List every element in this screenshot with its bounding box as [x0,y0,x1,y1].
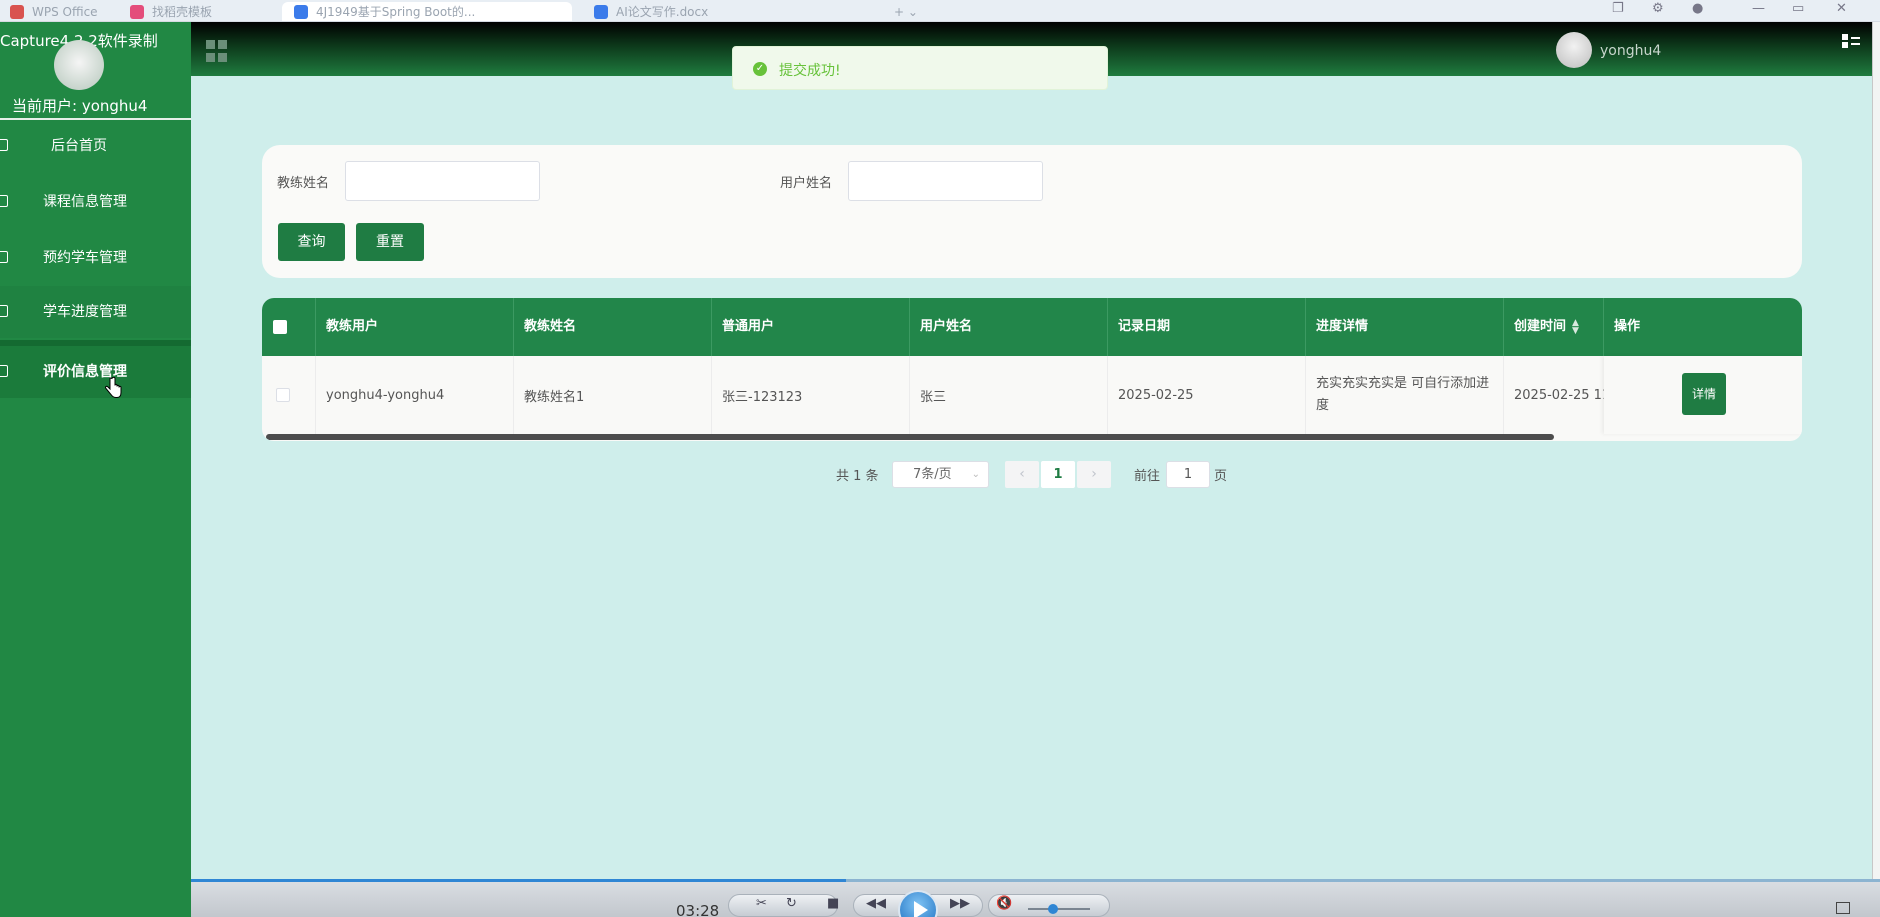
goto-label: 前往 [1134,469,1161,484]
column-header-action: 操作 [1614,319,1641,334]
cell-progress-detail: 充实充实充实是 可自行添加进度 [1306,356,1504,434]
row-select-cell [262,356,316,434]
cell-record-date: 2025-02-25 [1108,356,1306,434]
header-avatar[interactable] [1556,32,1592,68]
page-size-select[interactable]: 7条/页 ⌄ [892,461,989,488]
sidebar: Capture4.2.2软件录制 当前用户: yonghu4 后台首页 课程信息… [0,22,191,917]
fixed-action-column: 详情 [1604,356,1802,434]
header-username[interactable]: yonghu4 [1600,43,1661,59]
browser-tab-templates[interactable]: 找稻壳模板 [130,2,212,21]
success-toast: ✓ 提交成功! [732,46,1108,90]
play-icon [914,901,928,917]
settings-icon[interactable]: ⚙ [1652,0,1664,18]
page-size-value: 7条/页 [913,467,952,482]
check-circle-icon: ✓ [753,62,767,76]
search-panel: 教练姓名 用户姓名 查询 重置 [262,145,1802,278]
reset-button[interactable]: 重置 [356,223,424,261]
booking-icon [0,251,8,263]
sidebar-item-home[interactable]: 后台首页 [0,120,191,172]
close-icon[interactable]: ✕ [1836,0,1847,18]
restore-icon[interactable]: ❐ [1612,0,1624,18]
select-all-checkbox[interactable] [273,320,287,334]
maximize-icon[interactable]: ▭ [1792,0,1804,18]
cell-coach-name: 教练姓名1 [514,356,712,434]
menu-grid-icon[interactable] [206,40,228,62]
sidebar-item-reviews[interactable]: 评价信息管理 [0,346,191,398]
video-player-bar: 03:28 ✂ ↻ ■ ◀◀ ▶▶ 🔇 [0,882,1880,917]
hand-cursor-icon [104,377,122,398]
home-icon [0,139,8,151]
sidebar-item-courses[interactable]: 课程信息管理 [0,176,191,228]
volume-slider[interactable] [1028,908,1090,910]
pagination-total: 共 1 条 [836,469,879,484]
document-icon [294,5,308,19]
sidebar-item-progress[interactable]: 学车进度管理 [0,286,191,338]
fast-forward-icon[interactable]: ▶▶ [950,896,970,911]
window-right-border [1872,22,1880,880]
course-icon [0,195,8,207]
user-name-label: 用户姓名 [780,176,833,191]
browser-tab-project[interactable]: 4J1949基于Spring Boot的... [282,2,572,21]
template-icon [130,5,144,19]
chevron-down-icon: ⌄ [971,469,980,480]
fullscreen-toggle-icon[interactable] [1842,33,1860,49]
player-time: 03:28 [676,902,720,917]
coach-name-label: 教练姓名 [277,176,330,191]
progress-icon [0,305,8,317]
select-all-cell [262,298,316,356]
cell-coach-user: yonghu4-yonghu4 [316,356,514,434]
page-number-current[interactable]: 1 [1041,461,1075,488]
user-icon[interactable]: ● [1692,0,1703,18]
table-row: yonghu4-yonghu4 教练姓名1 张三-123123 张三 2025-… [262,356,1802,434]
current-user-label: 当前用户: yonghu4 [12,97,148,115]
mute-icon[interactable]: 🔇 [996,896,1012,911]
volume-knob[interactable] [1047,904,1058,914]
prev-page-button[interactable]: ‹ [1005,461,1039,488]
cell-user-name: 张三 [910,356,1108,434]
row-checkbox[interactable] [276,388,290,402]
created-at-label: 创建时间 [1514,319,1567,334]
column-header-record-date: 记录日期 [1108,298,1306,356]
sidebar-item-bookings[interactable]: 预约学车管理 [0,232,191,284]
data-table: 教练用户 教练姓名 普通用户 用户姓名 记录日期 进度详情 创建时间 ▲ ▼ 操作 … [262,298,1802,441]
detail-button[interactable]: 详情 [1682,373,1726,415]
column-header-coach-name: 教练姓名 [514,298,712,356]
scissors-icon[interactable]: ✂ [756,896,767,911]
coach-name-input[interactable] [345,161,540,201]
cell-user: 张三-123123 [712,356,910,434]
next-page-button[interactable]: › [1077,461,1111,488]
player-left-controls [728,894,838,917]
sidebar-avatar [54,40,104,90]
review-icon [0,365,8,377]
column-header-user-name: 用户姓名 [910,298,1108,356]
goto-page-input[interactable]: 1 [1166,461,1210,488]
wps-icon [10,5,24,19]
stop-icon[interactable]: ■ [827,896,839,911]
column-header-user: 普通用户 [712,298,910,356]
goto-suffix: 页 [1214,469,1228,484]
docx-icon [594,5,608,19]
loop-icon[interactable]: ↻ [786,896,797,911]
toast-message: 提交成功! [779,63,841,79]
column-header-progress-detail: 进度详情 [1306,298,1504,356]
user-name-input[interactable] [848,161,1043,201]
horizontal-scrollbar[interactable] [266,434,1554,440]
rewind-icon[interactable]: ◀◀ [866,896,886,911]
sort-icon[interactable]: ▲ ▼ [1572,318,1579,335]
table-header: 教练用户 教练姓名 普通用户 用户姓名 记录日期 进度详情 创建时间 ▲ ▼ 操作 [262,298,1802,356]
minimize-icon[interactable]: — [1752,0,1765,18]
browser-tab-strip: WPS Office 找稻壳模板 4J1949基于Spring Boot的...… [0,0,1880,22]
column-header-coach-user: 教练用户 [316,298,514,356]
new-tab-button[interactable]: + ⌄ [894,2,918,21]
browser-tab-docx[interactable]: AI论文写作.docx [594,2,708,21]
column-header-created-at[interactable]: 创建时间 ▲ ▼ [1504,298,1604,356]
query-button[interactable]: 查询 [278,223,345,261]
browser-tab-wps[interactable]: WPS Office [10,2,98,21]
fullscreen-icon[interactable] [1836,902,1850,914]
